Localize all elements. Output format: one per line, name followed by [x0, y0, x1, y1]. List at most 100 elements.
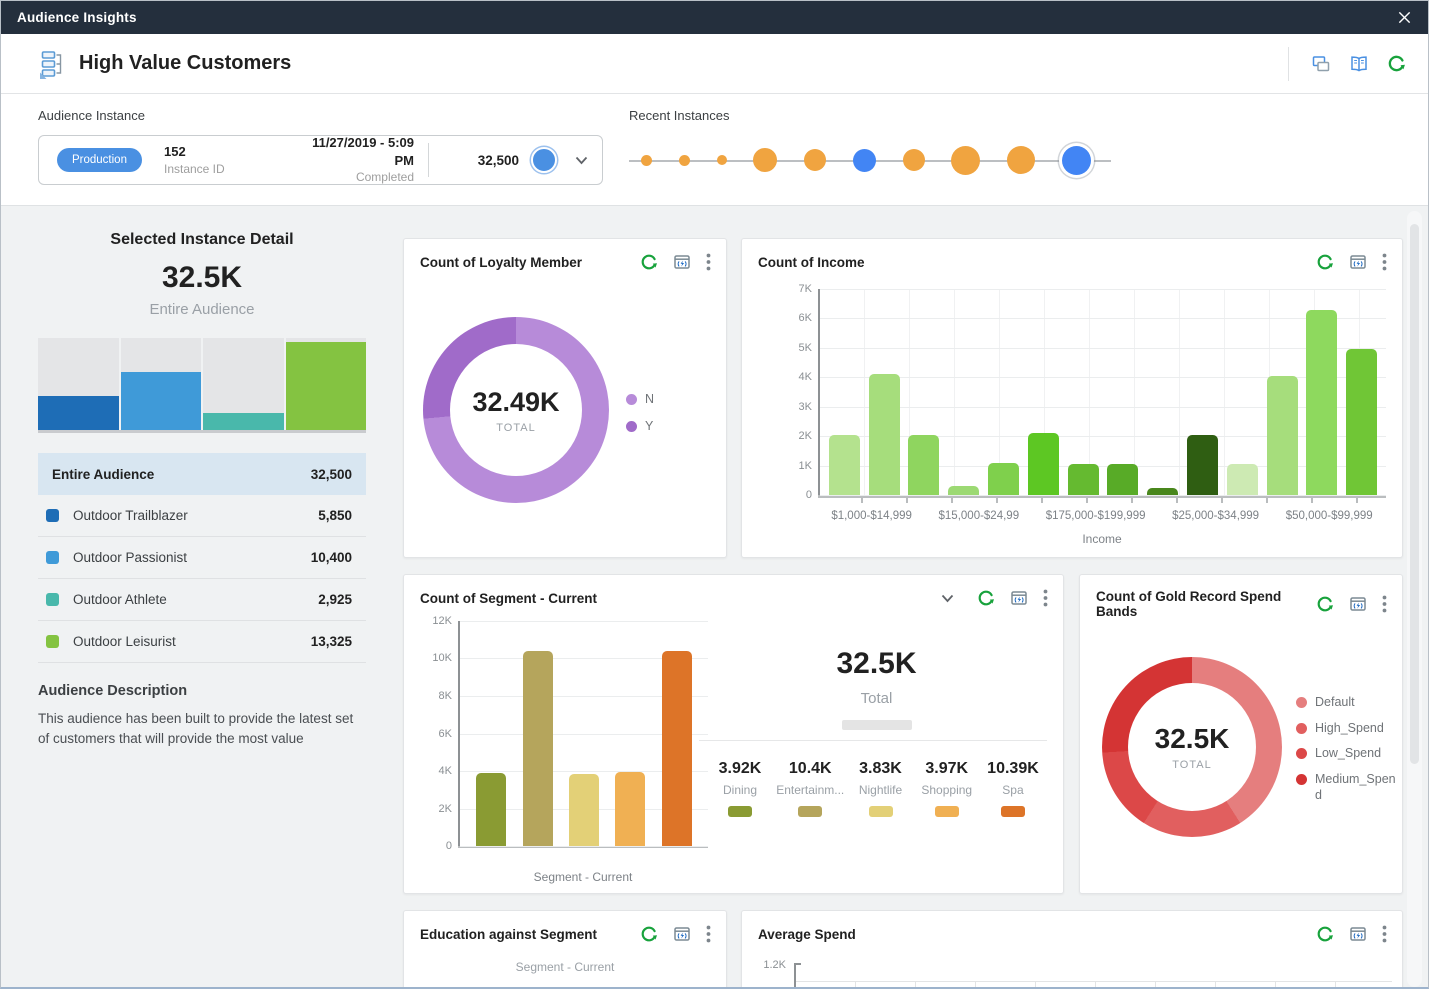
refresh-icon[interactable] — [1316, 595, 1334, 613]
education-top-axis-label: Segment - Current — [404, 960, 726, 974]
audience-list-row[interactable]: Outdoor Passionist10,400 — [38, 537, 366, 579]
panel-flash-icon[interactable] — [1010, 589, 1028, 607]
audience-list-row[interactable]: Outdoor Athlete2,925 — [38, 579, 366, 621]
instance-dot[interactable] — [951, 146, 980, 175]
panel-title: Selected Instance Detail — [23, 231, 381, 249]
audience-instance-card[interactable]: Production 152 Instance ID 11/27/2019 - … — [38, 135, 603, 185]
segment-stat[interactable]: 3.83KNightlife — [851, 760, 911, 817]
close-icon[interactable] — [1397, 10, 1412, 25]
instance-dot[interactable] — [1007, 146, 1035, 174]
gold-donut[interactable]: 32.5K TOTAL — [1102, 657, 1282, 837]
treemap-segment[interactable] — [38, 338, 119, 430]
treemap-segment[interactable] — [203, 338, 284, 430]
panel-flash-icon[interactable] — [1349, 925, 1367, 943]
loyalty-donut[interactable]: 32.49K TOTAL — [423, 317, 609, 503]
instance-dot[interactable] — [641, 155, 652, 166]
recent-instances-timeline — [629, 133, 1111, 187]
refresh-icon[interactable] — [977, 589, 995, 607]
card-title: Count of Loyalty Member — [420, 255, 640, 270]
instance-dot[interactable] — [804, 149, 826, 171]
instance-dot[interactable] — [753, 148, 777, 172]
instance-dot-selected[interactable] — [1062, 146, 1091, 175]
kebab-menu-icon[interactable] — [1382, 595, 1387, 613]
chevron-down-icon[interactable] — [941, 594, 954, 603]
gridline: 0 — [820, 495, 1386, 496]
panel-flash-icon[interactable] — [673, 925, 691, 943]
kebab-menu-icon[interactable] — [1382, 253, 1387, 271]
income-bar[interactable] — [1267, 376, 1298, 495]
segment-stat[interactable]: 3.92KDining — [710, 760, 770, 817]
kebab-menu-icon[interactable] — [1382, 925, 1387, 943]
segment-chart: 12K10K8K6K4K2K0 Segment - Current — [416, 621, 708, 884]
audience-treemap — [38, 338, 366, 433]
panel-flash-icon[interactable] — [1349, 253, 1367, 271]
kebab-menu-icon[interactable] — [1043, 589, 1048, 607]
income-bar[interactable] — [869, 374, 900, 495]
income-bar[interactable] — [908, 435, 939, 495]
instance-dot[interactable] — [853, 149, 876, 172]
legend-item[interactable]: Medium_Spend — [1296, 772, 1402, 803]
treemap-segment[interactable] — [286, 338, 367, 430]
audience-list-row[interactable]: Outdoor Trailblazer5,850 — [38, 495, 366, 537]
kebab-menu-icon[interactable] — [706, 253, 711, 271]
dashboard: Selected Instance Detail 32.5K Entire Au… — [1, 206, 1428, 989]
refresh-icon[interactable] — [640, 925, 658, 943]
refresh-icon[interactable] — [640, 253, 658, 271]
legend-item[interactable]: Default — [1296, 695, 1402, 711]
segment-bar[interactable] — [615, 772, 645, 846]
income-bar[interactable] — [829, 435, 860, 495]
panel-flash-icon[interactable] — [1349, 595, 1367, 613]
legend-item[interactable]: N — [626, 392, 654, 408]
chevron-down-icon[interactable] — [575, 156, 588, 165]
segment-label: Outdoor Leisurist — [73, 634, 176, 649]
production-badge: Production — [57, 148, 142, 172]
segment-stat[interactable]: 10.4KEntertainm... — [776, 760, 844, 817]
income-bar[interactable] — [1068, 464, 1099, 495]
legend-item[interactable]: High_Spend — [1296, 721, 1402, 737]
instance-dot[interactable] — [679, 155, 690, 166]
segment-stat[interactable]: 3.97KShopping — [917, 760, 977, 817]
income-bar[interactable] — [1227, 464, 1258, 495]
income-bar[interactable] — [1028, 433, 1059, 495]
treemap-segment[interactable] — [121, 338, 202, 430]
segment-bar[interactable] — [569, 774, 599, 846]
income-bar[interactable] — [948, 486, 979, 495]
divider — [428, 143, 429, 177]
income-bar[interactable] — [1147, 488, 1178, 495]
refresh-icon[interactable] — [1316, 925, 1334, 943]
donut-center-value: 32.5K — [1155, 723, 1230, 755]
instance-count: 32,500 — [439, 153, 519, 168]
y-tick-label: 5K — [778, 342, 812, 354]
audience-list-row[interactable]: Entire Audience32,500 — [38, 453, 366, 495]
income-bar[interactable] — [1187, 435, 1218, 495]
segment-stat[interactable]: 10.39KSpa — [983, 760, 1043, 817]
instance-dot[interactable] — [903, 149, 925, 171]
income-bar[interactable] — [988, 463, 1019, 495]
audience-list-row[interactable]: Outdoor Leisurist13,325 — [38, 621, 366, 663]
legend-item[interactable]: Low_Spend — [1296, 746, 1402, 762]
scrollbar-track[interactable] — [1407, 211, 1422, 987]
segment-swatch — [46, 635, 59, 648]
instance-dot[interactable] — [717, 155, 727, 165]
segment-bar[interactable] — [476, 773, 506, 847]
legend-item[interactable]: Y — [626, 419, 654, 435]
legend-label: N — [645, 392, 654, 408]
audience-icon — [39, 49, 69, 79]
stat-label: Dining — [710, 783, 770, 797]
segment-bar[interactable] — [523, 651, 553, 846]
gold-spend-bands-card: Count of Gold Record Spend Bands 32.5K T… — [1079, 574, 1403, 894]
catalog-book-icon[interactable] — [1349, 54, 1369, 74]
duplicate-icon[interactable] — [1311, 54, 1331, 74]
instance-bar: Audience Instance Production 152 Instanc… — [1, 94, 1428, 206]
scrollbar-thumb[interactable] — [1410, 224, 1419, 764]
income-bar[interactable] — [1107, 464, 1138, 495]
income-bar[interactable] — [1346, 349, 1377, 495]
refresh-icon[interactable] — [1316, 253, 1334, 271]
y-tick-label: 6K — [778, 312, 812, 324]
income-bar[interactable] — [1306, 310, 1337, 495]
refresh-icon[interactable] — [1387, 54, 1406, 73]
segment-bar[interactable] — [662, 651, 692, 846]
y-tick-label: 0 — [778, 489, 812, 501]
panel-flash-icon[interactable] — [673, 253, 691, 271]
kebab-menu-icon[interactable] — [706, 925, 711, 943]
